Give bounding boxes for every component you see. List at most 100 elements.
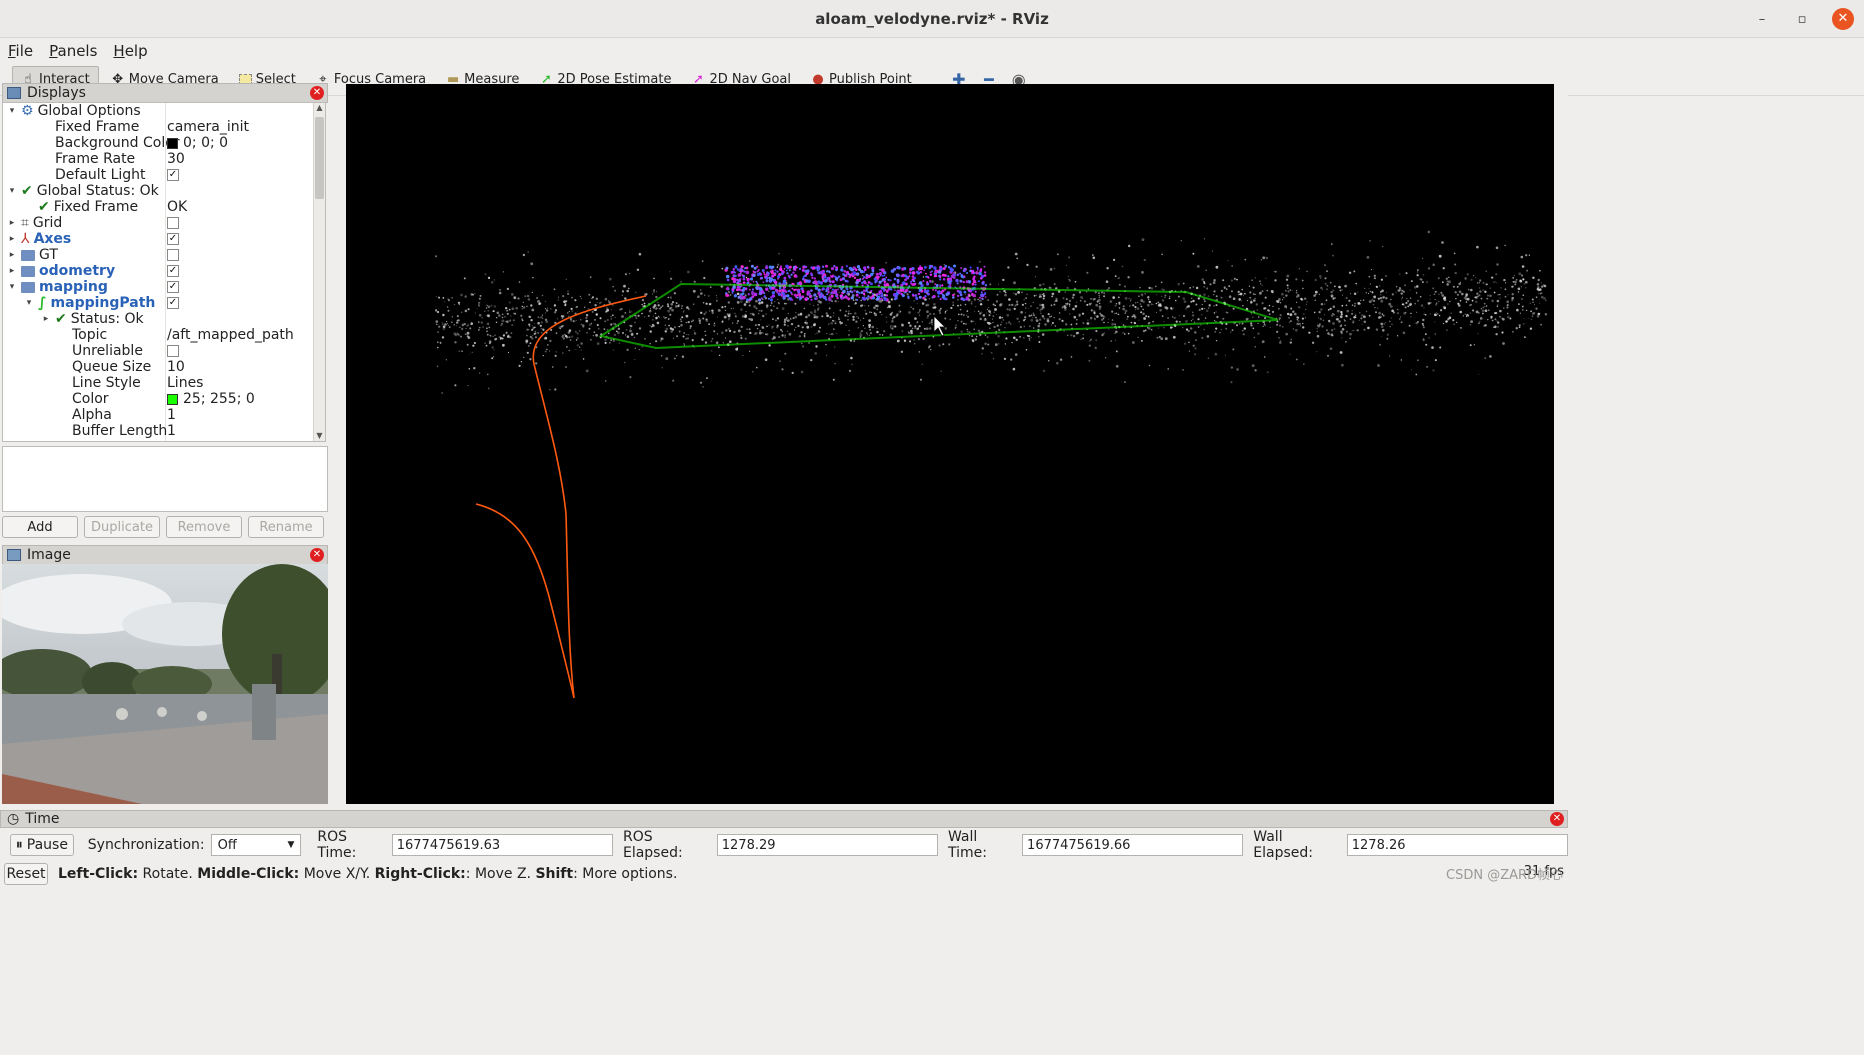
add-button[interactable]: Add bbox=[2, 516, 78, 538]
expand-down-icon[interactable]: ▾ bbox=[7, 106, 17, 116]
checkbox[interactable]: ✓ bbox=[167, 233, 179, 245]
expand-right-icon[interactable]: ▸ bbox=[41, 314, 51, 324]
color-swatch[interactable] bbox=[167, 393, 178, 405]
checkbox[interactable] bbox=[167, 217, 179, 229]
restore-icon[interactable]: ▫ bbox=[1792, 12, 1812, 27]
row-value[interactable]: camera_init bbox=[167, 119, 249, 135]
image-panel-header: Image ✕ bbox=[2, 545, 328, 565]
display-tree-row[interactable]: Fixed Frame camera_init bbox=[3, 119, 325, 135]
scroll-thumb[interactable] bbox=[315, 117, 324, 199]
ros-elapsed-field[interactable]: 1278.29 bbox=[716, 834, 938, 856]
display-tree-row[interactable]: ▾ ✔ Global Status: Ok bbox=[3, 183, 325, 199]
row-value[interactable]: 1 bbox=[167, 407, 176, 423]
menu-panels[interactable]: Panels bbox=[49, 42, 97, 60]
row-key: Queue Size bbox=[72, 359, 152, 375]
display-tree-row[interactable]: ▸ GT bbox=[3, 247, 325, 263]
display-tree-row[interactable]: ✔ Fixed Frame OK bbox=[3, 199, 325, 215]
row-key: Background Color bbox=[55, 135, 180, 151]
chevron-down-icon: ▼ bbox=[287, 840, 295, 850]
image-panel-icon bbox=[7, 549, 21, 561]
display-tree-row[interactable]: Frame Rate 30 bbox=[3, 151, 325, 167]
display-tree-row[interactable]: ▾ ⚙ Global Options bbox=[3, 103, 325, 119]
checkbox[interactable] bbox=[167, 249, 179, 261]
display-tree-row[interactable]: Background Color 0; 0; 0 bbox=[3, 135, 325, 151]
expand-right-icon[interactable]: ▸ bbox=[7, 266, 17, 276]
sync-value: Off bbox=[217, 837, 237, 853]
window-controls: – ▫ ✕ bbox=[1752, 8, 1854, 30]
display-tree-row[interactable]: ▸ ✔ Status: Ok bbox=[3, 311, 325, 327]
display-tree-row[interactable]: Color 25; 255; 0 bbox=[3, 391, 325, 407]
row-key: Axes bbox=[33, 231, 72, 247]
display-tree-row[interactable]: ▾ mapping ✓ bbox=[3, 279, 325, 295]
close-panel-icon[interactable]: ✕ bbox=[310, 86, 324, 100]
menu-help[interactable]: Help bbox=[113, 42, 147, 60]
checkbox[interactable]: ✓ bbox=[167, 281, 179, 293]
wall-time-field[interactable]: 1677475619.66 bbox=[1022, 834, 1244, 856]
display-tree-row[interactable]: Unreliable bbox=[3, 343, 325, 359]
image-panel-title: Image bbox=[27, 547, 71, 563]
row-value[interactable]: Lines bbox=[167, 375, 203, 391]
display-tree-row[interactable]: ▸ odometry ✓ bbox=[3, 263, 325, 279]
title-bar: aloam_velodyne.rviz* - RViz – ▫ ✕ bbox=[0, 0, 1864, 38]
row-key: Global Options bbox=[37, 103, 141, 119]
folder-icon bbox=[21, 249, 35, 261]
rename-button[interactable]: Rename bbox=[248, 516, 324, 538]
duplicate-button[interactable]: Duplicate bbox=[84, 516, 160, 538]
expand-right-icon[interactable]: ▸ bbox=[7, 250, 17, 260]
3d-viewport[interactable] bbox=[346, 84, 1554, 804]
path-icon: ∫ bbox=[38, 295, 47, 311]
row-value[interactable]: OK bbox=[167, 199, 187, 215]
row-value[interactable]: 0; 0; 0 bbox=[183, 135, 228, 151]
expand-down-icon[interactable]: ▾ bbox=[7, 282, 17, 292]
row-value[interactable]: 1 bbox=[167, 423, 176, 439]
close-icon[interactable]: ✕ bbox=[1832, 8, 1854, 30]
sync-select[interactable]: Off ▼ bbox=[210, 834, 302, 856]
displays-tree[interactable]: ▾ ⚙ Global Options Fixed Frame camera_init Ba… bbox=[2, 102, 326, 442]
pause-button[interactable]: ⏸ Pause bbox=[10, 834, 74, 856]
wall-elapsed-field[interactable]: 1278.26 bbox=[1346, 834, 1568, 856]
checkbox[interactable] bbox=[167, 345, 179, 357]
tree-scrollbar[interactable]: ▲ ▼ bbox=[313, 103, 325, 441]
check-icon: ✔ bbox=[38, 199, 50, 215]
display-tree-row[interactable]: Line Style Lines bbox=[3, 375, 325, 391]
wall-elapsed-label: Wall Elapsed: bbox=[1253, 829, 1313, 861]
expand-right-icon[interactable]: ▸ bbox=[7, 218, 17, 228]
row-key: Topic bbox=[72, 327, 108, 343]
odometry-trajectory bbox=[475, 295, 647, 699]
checkbox[interactable]: ✓ bbox=[167, 297, 179, 309]
display-tree-row[interactable]: Alpha 1 bbox=[3, 407, 325, 423]
row-value[interactable]: 10 bbox=[167, 359, 185, 375]
expand-right-icon[interactable]: ▸ bbox=[7, 234, 17, 244]
color-swatch[interactable] bbox=[167, 137, 178, 149]
row-key: Color bbox=[72, 391, 109, 407]
display-tree-row[interactable]: Buffer Length 1 bbox=[3, 423, 325, 439]
ros-time-label: ROS Time: bbox=[317, 829, 357, 861]
checkbox[interactable]: ✓ bbox=[167, 265, 179, 277]
expand-down-icon[interactable]: ▾ bbox=[7, 186, 17, 196]
reset-button[interactable]: Reset bbox=[4, 863, 48, 885]
display-tree-row[interactable]: ▸ ⌗ Grid bbox=[3, 215, 325, 231]
checkbox[interactable]: ✓ bbox=[167, 169, 179, 181]
row-key: Line Style bbox=[72, 375, 141, 391]
display-tree-row[interactable]: Topic/aft_mapped_path bbox=[3, 327, 325, 343]
row-value[interactable]: 25; 255; 0 bbox=[183, 391, 255, 407]
close-panel-icon[interactable]: ✕ bbox=[310, 548, 324, 562]
row-value[interactable]: /aft_mapped_path bbox=[167, 327, 294, 343]
display-tree-row[interactable]: ▾ ∫ mappingPath ✓ bbox=[3, 295, 325, 311]
ros-time-field[interactable]: 1677475619.63 bbox=[391, 834, 613, 856]
remove-button[interactable]: Remove bbox=[166, 516, 242, 538]
scroll-down-icon[interactable]: ▼ bbox=[314, 431, 325, 441]
menu-file[interactable]: File bbox=[8, 42, 33, 60]
right-dock-handle[interactable] bbox=[1554, 84, 1568, 804]
minimize-icon[interactable]: – bbox=[1752, 12, 1772, 27]
row-value[interactable]: 30 bbox=[167, 151, 185, 167]
expand-down-icon[interactable]: ▾ bbox=[24, 298, 34, 308]
pause-label: Pause bbox=[26, 837, 68, 853]
display-tree-row[interactable]: Queue Size 10 bbox=[3, 359, 325, 375]
display-tree-row[interactable]: ▸ ⅄ Axes ✓ bbox=[3, 231, 325, 247]
scroll-up-icon[interactable]: ▲ bbox=[314, 103, 325, 115]
time-panel-title: Time bbox=[25, 811, 60, 827]
close-panel-icon[interactable]: ✕ bbox=[1550, 812, 1564, 826]
clock-icon: ◷ bbox=[7, 811, 20, 827]
display-tree-row[interactable]: Default Light ✓ bbox=[3, 167, 325, 183]
